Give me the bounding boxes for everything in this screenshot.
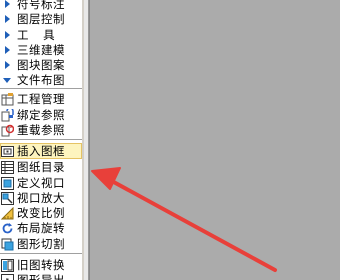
expand-arrow-icon[interactable] xyxy=(5,61,10,69)
tree-item-label: 图块图案 xyxy=(17,58,65,72)
tree-item-label: 三维建模 xyxy=(17,43,65,57)
menu-item-graphic-cut[interactable]: 图形切割 xyxy=(0,236,82,252)
menu-item-label: 图形导出 xyxy=(17,273,65,280)
menu-item-label: 改变比例 xyxy=(17,206,65,220)
tree-item-file-layout[interactable]: 文件布图 xyxy=(0,72,82,88)
menu-item-label: 绑定参照 xyxy=(17,108,65,122)
menu-item-bind-reference[interactable]: 绑定参照 xyxy=(0,107,82,123)
menu-item-project-management[interactable]: 工程管理 xyxy=(0,91,82,107)
menu-item-label: 工程管理 xyxy=(17,92,65,106)
menu-item-drawing-catalog[interactable]: 图纸目录 xyxy=(0,159,82,175)
menu-item-define-viewport[interactable]: 定义视口 xyxy=(0,175,82,191)
menu-item-label: 定义视口 xyxy=(17,176,65,190)
menu-item-reload-reference[interactable]: 重载参照 xyxy=(0,122,82,138)
tree-item-tools[interactable]: 工 具 xyxy=(0,27,82,43)
separator xyxy=(0,88,82,90)
project-icon xyxy=(1,92,14,106)
viewport-zoom-icon xyxy=(1,191,14,205)
tree-item-label: 图层控制 xyxy=(17,12,65,26)
separator xyxy=(0,139,82,141)
menu-item-label: 插入图框 xyxy=(17,144,65,158)
collapse-arrow-icon[interactable] xyxy=(3,77,11,83)
convert-icon xyxy=(1,258,14,272)
menu-item-layout-rotate[interactable]: 布局旋转 xyxy=(0,220,82,236)
separator xyxy=(0,253,82,255)
menu-item-label: 图纸目录 xyxy=(17,160,65,174)
menu-item-insert-frame[interactable]: 插入图框 xyxy=(0,143,82,159)
tree-item-label: 文件布图 xyxy=(17,73,65,87)
menu-item-label: 图形切割 xyxy=(17,237,65,251)
tree-item-blocks-patterns[interactable]: 图块图案 xyxy=(0,57,82,73)
menu-item-graphic-export[interactable]: 图形导出 xyxy=(0,272,82,280)
menu-item-label: 视口放大 xyxy=(17,191,65,205)
expand-arrow-icon[interactable] xyxy=(5,0,10,8)
panel-splitter[interactable] xyxy=(82,0,90,280)
tree-item-3d-modeling[interactable]: 三维建模 xyxy=(0,42,82,58)
menu-item-label: 布局旋转 xyxy=(17,221,65,235)
expand-arrow-icon[interactable] xyxy=(5,31,10,39)
viewport-icon xyxy=(1,176,14,190)
menu-item-old-drawing-convert[interactable]: 旧图转换 xyxy=(0,257,82,273)
cut-icon xyxy=(1,238,14,251)
menu-item-label: 旧图转换 xyxy=(17,258,65,272)
menu-item-label: 重载参照 xyxy=(17,123,65,137)
tree-item-label: 工 具 xyxy=(17,28,55,42)
drawing-canvas[interactable] xyxy=(90,0,340,280)
bind-ref-icon xyxy=(1,108,14,122)
tree-item-layer-control[interactable]: 图层控制 xyxy=(0,11,82,27)
reload-ref-icon xyxy=(1,124,14,137)
scale-icon xyxy=(1,206,14,220)
rotate-icon xyxy=(1,222,14,235)
expand-arrow-icon[interactable] xyxy=(5,46,10,54)
menu-item-viewport-zoom[interactable]: 视口放大 xyxy=(0,190,82,206)
catalog-icon xyxy=(1,160,14,174)
expand-arrow-icon[interactable] xyxy=(5,15,10,23)
menu-item-change-scale[interactable]: 改变比例 xyxy=(0,205,82,221)
frame-icon xyxy=(1,145,14,158)
export-icon xyxy=(1,273,14,280)
sidebar-panel: 符号标注 图层控制 工 具 三维建模 图块图案 文件布图 工程管理 绑定参照 重… xyxy=(0,0,82,280)
